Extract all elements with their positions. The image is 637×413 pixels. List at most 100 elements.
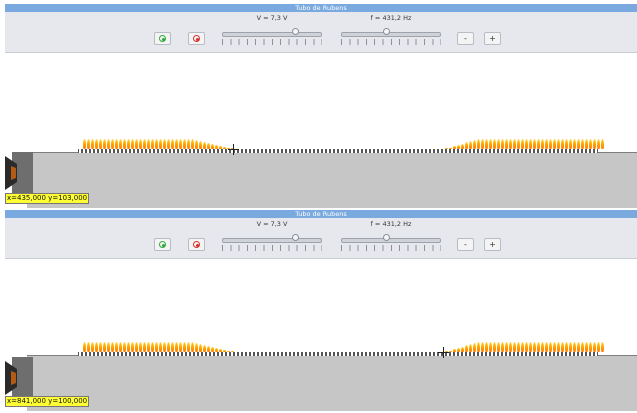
flame [215,347,218,352]
flame [525,139,528,149]
frequency-slider[interactable]: f = 431,2 Hz [338,12,444,52]
flame [497,342,500,352]
voltage-label: V = 7,3 V [256,14,288,22]
flame [223,146,226,149]
play-icon [159,241,166,248]
flame [227,350,230,352]
flame [465,345,468,352]
flame [545,342,548,352]
flame [167,139,170,149]
flame [481,342,484,352]
flame [111,342,114,352]
flame [119,139,122,149]
flame [485,342,488,352]
flame [517,342,520,352]
flame [115,342,118,352]
flame [521,342,524,352]
frequency-ticks [341,245,441,251]
flame [103,139,106,149]
play-button[interactable] [154,238,171,251]
flame [87,139,90,149]
flame [593,139,596,149]
flame [493,139,496,149]
flame [517,139,520,149]
window-title: Tubo de Rubens [5,210,637,218]
flame [171,342,174,352]
flame [223,349,226,352]
flame [175,139,178,149]
flame [565,139,568,149]
flame [147,342,150,352]
flame [585,139,588,149]
flame [501,342,504,352]
flame [457,145,460,149]
flame [179,342,182,352]
flame [589,342,592,352]
tube-holes [78,352,598,356]
voltage-track [222,32,322,37]
flame [557,139,560,149]
flame [127,139,130,149]
flame [107,139,110,149]
flame [163,342,166,352]
flame [569,139,572,149]
decrease-button[interactable]: - [457,32,474,45]
flame [167,342,170,352]
voltage-slider[interactable]: V = 7,3 V [219,12,325,52]
flame [219,145,222,149]
flame [561,139,564,149]
flame [203,344,206,352]
voltage-slider[interactable]: V = 7,3 V [219,218,325,258]
tube-stage[interactable] [5,259,637,413]
flame [597,342,600,352]
crosshair-cursor [438,347,449,358]
flame [103,342,106,352]
frequency-slider[interactable]: f = 431,2 Hz [338,218,444,258]
play-icon [159,35,166,42]
flame [465,142,468,149]
flame [211,346,214,352]
stop-button[interactable] [188,238,205,251]
increase-button[interactable]: + [484,238,501,251]
decrease-button[interactable]: - [457,238,474,251]
frequency-thumb[interactable] [382,234,390,241]
rubens-tube [27,355,637,411]
flame [589,139,592,149]
flame [95,139,98,149]
coordinate-readout: x=841,000 y=100,000 [5,396,90,407]
flame [83,342,86,352]
tube-stage[interactable] [5,53,637,208]
flame [123,342,126,352]
stop-button[interactable] [188,32,205,45]
flame [183,342,186,352]
flame [569,342,572,352]
flame [159,342,162,352]
flame [557,342,560,352]
flame [593,342,596,352]
coordinate-readout: x=435,000 y=103,000 [5,193,90,204]
flame [99,342,102,352]
flame [211,143,214,149]
flame [139,139,142,149]
flame [143,139,146,149]
flame [597,139,600,149]
flame [505,342,508,352]
flame [195,342,198,352]
flame [199,140,202,149]
flame [171,139,174,149]
flame [477,139,480,149]
flame [203,141,206,149]
increase-button[interactable]: + [484,32,501,45]
simulation-panel-bottom: Tubo de Rubens V = 7,3 V f = 431,2 Hz - … [0,210,637,413]
frequency-thumb[interactable] [382,28,390,35]
flame [107,342,110,352]
flame [577,342,580,352]
flame [151,139,154,149]
flame [489,342,492,352]
play-button[interactable] [154,32,171,45]
flame [473,342,476,352]
frequency-label: f = 431,2 Hz [370,14,412,22]
flame [187,342,190,352]
flame [533,342,536,352]
flame [207,142,210,149]
